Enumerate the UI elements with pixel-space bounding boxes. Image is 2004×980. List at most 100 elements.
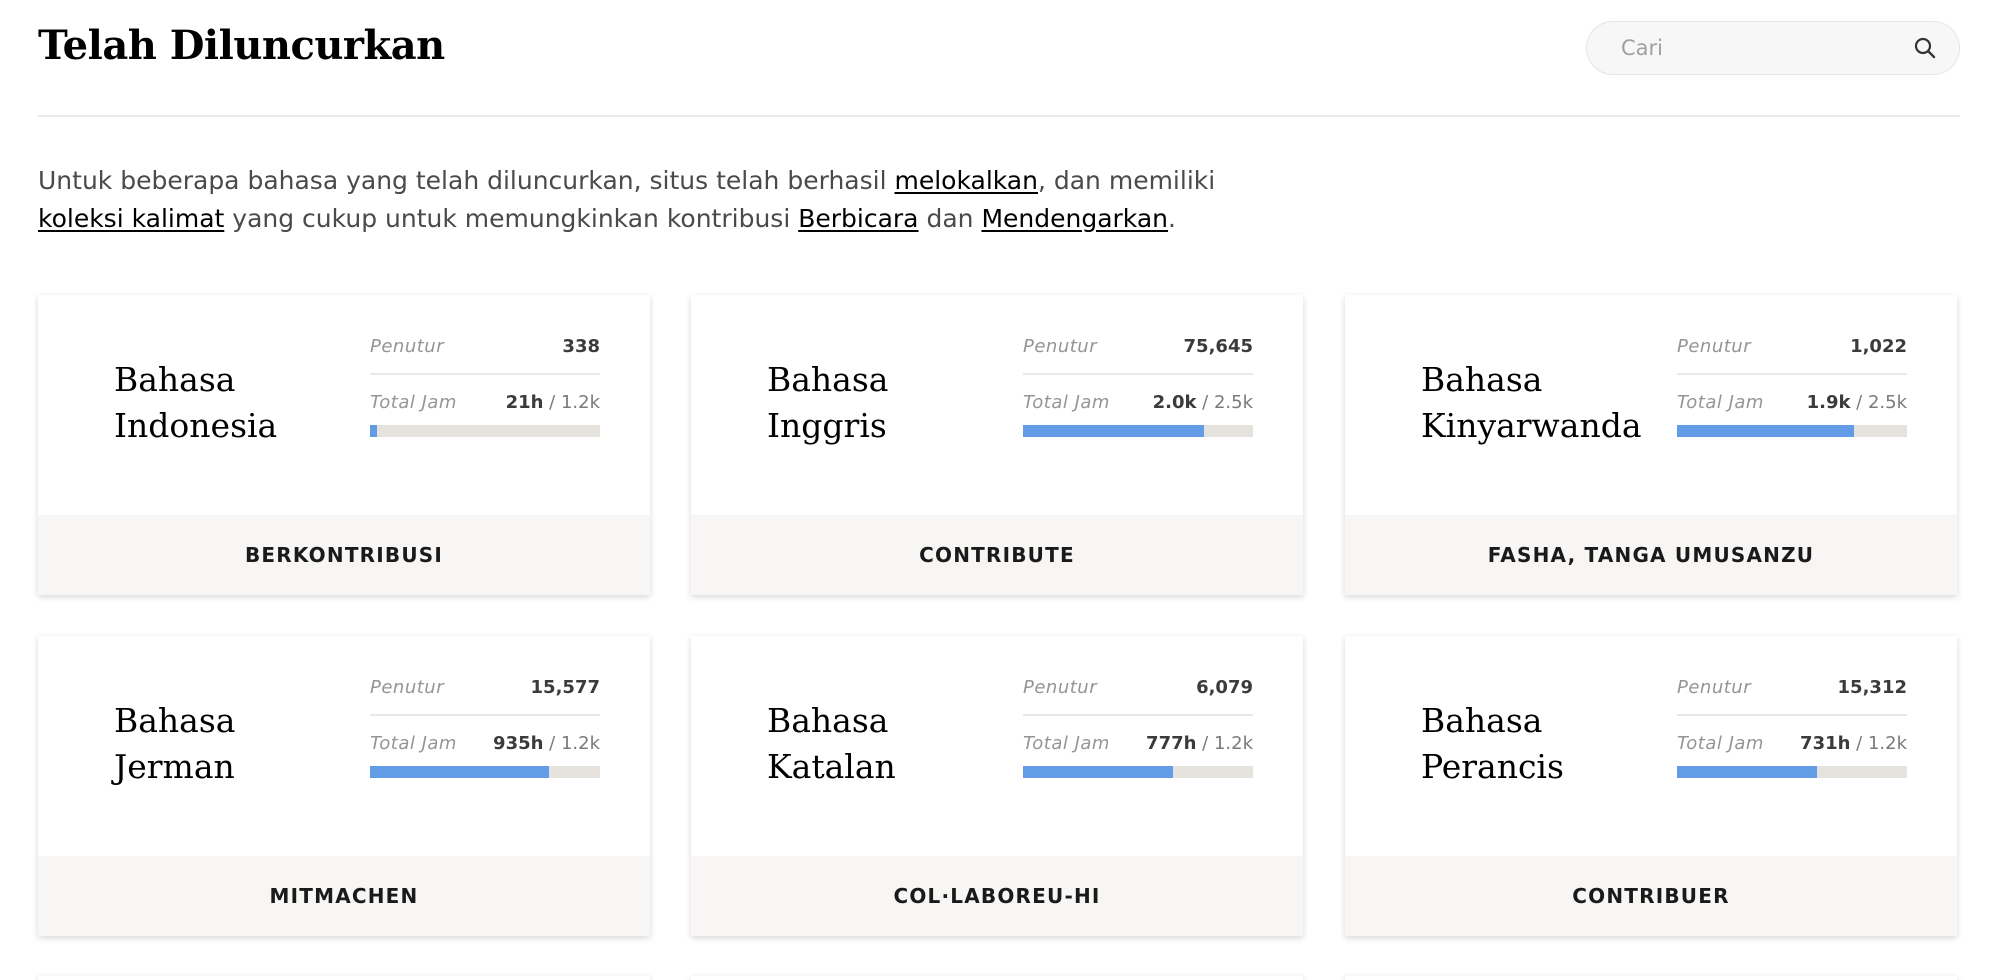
language-stats: Penutur 75,645 Total Jam 2.0k / 2.5k — [1023, 333, 1253, 437]
language-stats: Penutur 1,022 Total Jam 1.9k / 2.5k — [1677, 333, 1907, 437]
speakers-row: Penutur 338 — [370, 333, 600, 361]
speakers-label: Penutur — [370, 336, 445, 357]
language-stats: Penutur 15,577 Total Jam 935h / 1.2k — [370, 674, 600, 778]
contribute-button[interactable]: MITMACHEN — [38, 856, 650, 936]
speakers-label: Penutur — [1023, 336, 1098, 357]
stat-divider — [1677, 373, 1907, 375]
language-name: Bahasa Indonesia — [114, 360, 278, 445]
speakers-label: Penutur — [1677, 336, 1752, 357]
hours-goal: / 2.5k — [1850, 392, 1907, 413]
hours-row: Total Jam 935h / 1.2k — [370, 730, 600, 758]
speakers-value: 338 — [562, 336, 600, 357]
speakers-row: Penutur 6,079 — [1023, 674, 1253, 702]
search-input[interactable] — [1621, 22, 1901, 74]
hours-recorded: 21h — [505, 392, 544, 413]
progress-fill — [370, 766, 550, 778]
hours-recorded: 2.0k — [1152, 392, 1197, 413]
progress-fill — [1023, 425, 1204, 437]
language-name: Bahasa Katalan — [767, 701, 896, 786]
progress-bar — [370, 766, 600, 778]
speakers-row: Penutur 15,577 — [370, 674, 600, 702]
language-card: Bahasa Indonesia Penutur 338 Total Jam 2… — [38, 295, 650, 595]
intro-text-part: Untuk beberapa bahasa yang telah diluncu… — [38, 166, 895, 195]
speakers-value: 15,312 — [1837, 677, 1907, 698]
language-card: Bahasa Katalan Penutur 6,079 Total Jam 7… — [691, 636, 1303, 936]
hours-goal: / 1.2k — [543, 392, 600, 413]
hours-recorded: 777h — [1146, 733, 1197, 754]
language-stats: Penutur 15,312 Total Jam 731h / 1.2k — [1677, 674, 1907, 778]
hours-goal: / 2.5k — [1196, 392, 1253, 413]
hours-goal: / 1.2k — [1196, 733, 1253, 754]
speakers-label: Penutur — [370, 677, 445, 698]
progress-bar — [1677, 425, 1907, 437]
speakers-value: 15,577 — [530, 677, 600, 698]
hours-label: Total Jam — [370, 392, 457, 413]
progress-fill — [1677, 425, 1855, 437]
stat-divider — [370, 714, 600, 716]
progress-fill — [1677, 766, 1818, 778]
language-card: Bahasa Kinyarwanda Penutur 1,022 Total J… — [1345, 295, 1957, 595]
contribute-button[interactable]: FASHA, TANGA UMUSANZU — [1345, 515, 1957, 595]
hours-label: Total Jam — [370, 733, 457, 754]
hours-label: Total Jam — [1677, 733, 1764, 754]
language-stats: Penutur 6,079 Total Jam 777h / 1.2k — [1023, 674, 1253, 778]
search-icon[interactable] — [1913, 36, 1937, 60]
speakers-row: Penutur 1,022 — [1677, 333, 1907, 361]
localize-link[interactable]: melokalkan — [894, 166, 1037, 195]
search-box[interactable] — [1586, 21, 1960, 75]
hours-value: 777h / 1.2k — [1146, 730, 1253, 758]
hours-recorded: 1.9k — [1806, 392, 1851, 413]
sentence-collection-link[interactable]: koleksi kalimat — [38, 204, 224, 233]
intro-text: Untuk beberapa bahasa yang telah diluncu… — [38, 162, 1238, 238]
intro-text-part: dan — [918, 204, 982, 233]
speak-link[interactable]: Berbicara — [798, 204, 918, 233]
hours-recorded: 935h — [493, 733, 544, 754]
contribute-button[interactable]: BERKONTRIBUSI — [38, 515, 650, 595]
language-card: Bahasa Jerman Penutur 15,577 Total Jam 9… — [38, 636, 650, 936]
language-card-partial — [691, 976, 1303, 980]
speakers-row: Penutur 75,645 — [1023, 333, 1253, 361]
progress-bar — [1023, 425, 1253, 437]
stat-divider — [1023, 373, 1253, 375]
listen-link[interactable]: Mendengarkan — [981, 204, 1168, 233]
hours-row: Total Jam 2.0k / 2.5k — [1023, 389, 1253, 417]
hours-recorded: 731h — [1800, 733, 1851, 754]
language-name: Bahasa Perancis — [1421, 701, 1564, 786]
intro-text-part: yang cukup untuk memungkinkan kontribusi — [224, 204, 799, 233]
hours-label: Total Jam — [1677, 392, 1764, 413]
hours-goal: / 1.2k — [1850, 733, 1907, 754]
contribute-button[interactable]: CONTRIBUER — [1345, 856, 1957, 936]
hours-value: 1.9k / 2.5k — [1807, 389, 1907, 417]
language-card-partial — [38, 976, 650, 980]
hours-label: Total Jam — [1023, 733, 1110, 754]
speakers-value: 6,079 — [1196, 677, 1253, 698]
contribute-button[interactable]: CONTRIBUTE — [691, 515, 1303, 595]
hours-goal: / 1.2k — [543, 733, 600, 754]
hours-row: Total Jam 731h / 1.2k — [1677, 730, 1907, 758]
page: Telah Diluncurkan Untuk beberapa bahasa … — [0, 0, 2004, 980]
page-title: Telah Diluncurkan — [38, 22, 445, 69]
speakers-row: Penutur 15,312 — [1677, 674, 1907, 702]
progress-fill — [370, 425, 377, 437]
hours-row: Total Jam 777h / 1.2k — [1023, 730, 1253, 758]
hours-value: 731h / 1.2k — [1800, 730, 1907, 758]
contribute-button[interactable]: COL·LABOREU-HI — [691, 856, 1303, 936]
stat-divider — [370, 373, 600, 375]
hours-row: Total Jam 21h / 1.2k — [370, 389, 600, 417]
progress-bar — [370, 425, 600, 437]
stat-divider — [1677, 714, 1907, 716]
hours-value: 2.0k / 2.5k — [1153, 389, 1253, 417]
progress-bar — [1677, 766, 1907, 778]
hours-value: 21h / 1.2k — [506, 389, 600, 417]
speakers-label: Penutur — [1677, 677, 1752, 698]
hours-row: Total Jam 1.9k / 2.5k — [1677, 389, 1907, 417]
hours-value: 935h / 1.2k — [493, 730, 600, 758]
speakers-value: 75,645 — [1183, 336, 1253, 357]
progress-bar — [1023, 766, 1253, 778]
speakers-value: 1,022 — [1850, 336, 1907, 357]
progress-fill — [1023, 766, 1173, 778]
language-card: Bahasa Inggris Penutur 75,645 Total Jam … — [691, 295, 1303, 595]
language-stats: Penutur 338 Total Jam 21h / 1.2k — [370, 333, 600, 437]
speakers-label: Penutur — [1023, 677, 1098, 698]
stat-divider — [1023, 714, 1253, 716]
